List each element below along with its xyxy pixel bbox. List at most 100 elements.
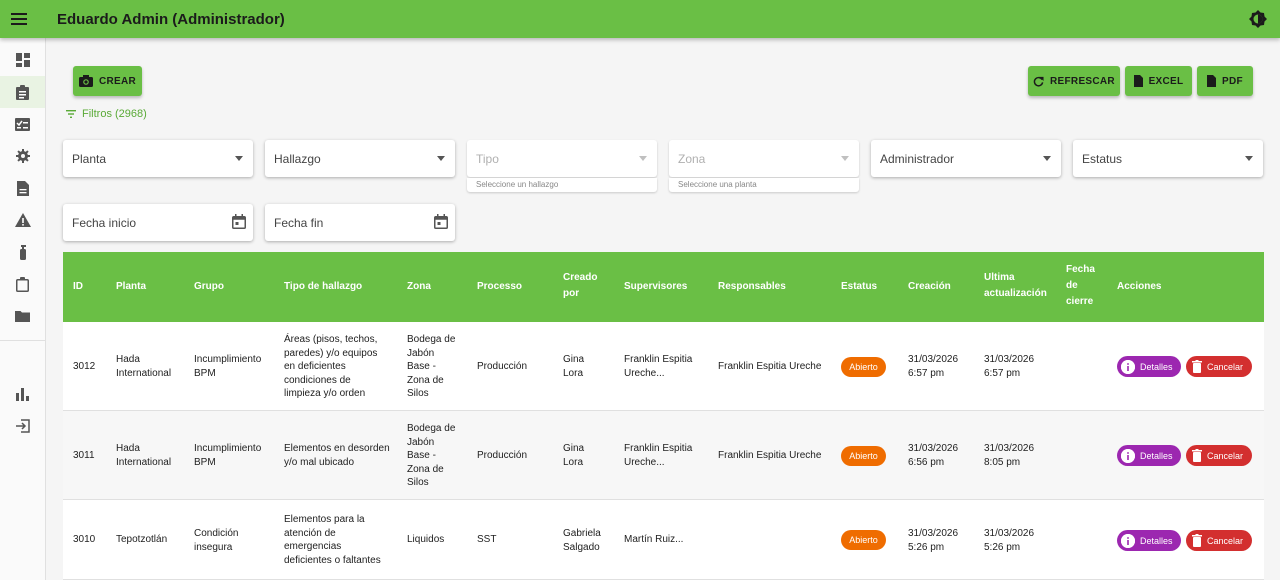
assignment-icon: [16, 84, 29, 100]
cell-planta-line: Hada: [116, 443, 140, 454]
header-planta[interactable]: Planta: [116, 279, 146, 295]
header-ultima[interactable]: Ultima actualización: [984, 270, 1047, 302]
fecha-inicio-input[interactable]: Fecha inicio: [63, 204, 253, 241]
header-zona[interactable]: Zona: [407, 279, 431, 295]
info-icon: [1121, 533, 1135, 548]
details-button[interactable]: Detalles: [1117, 445, 1181, 466]
filters-toggle[interactable]: Filtros (2968): [66, 108, 147, 120]
sidebar-item-checklist[interactable]: [0, 108, 45, 140]
cell-grupo-line: BPM: [194, 456, 216, 468]
header-id[interactable]: ID: [73, 279, 83, 295]
sidebar-item-settings[interactable]: [0, 140, 45, 172]
tipo-helper-text: Seleccione un hallazgo: [467, 178, 657, 192]
file-icon: [1207, 75, 1217, 87]
header-tipo[interactable]: Tipo de hallazgo: [284, 279, 362, 295]
sidebar-item-dashboard[interactable]: [0, 44, 45, 76]
header-cierre[interactable]: Fecha de cierre: [1066, 262, 1095, 310]
header-estatus[interactable]: Estatus: [841, 279, 877, 295]
cell-ultima-line: 6:57 pm: [984, 367, 1021, 379]
cell-planta-line: Hada: [116, 354, 140, 365]
delete-icon: [1192, 534, 1202, 547]
cell-zona-line: Liquidos: [407, 534, 445, 545]
calendar-icon[interactable]: [434, 214, 448, 229]
fecha-fin-label: Fecha fin: [274, 215, 324, 230]
hallazgo-select-label: Hallazgo: [274, 151, 321, 166]
cell-creado: Gina Lora: [563, 353, 584, 380]
excel-button-label: EXCEL: [1148, 75, 1184, 87]
header-responsables[interactable]: Responsables: [718, 279, 786, 295]
menu-icon[interactable]: [0, 0, 38, 38]
pdf-button[interactable]: PDF: [1197, 66, 1253, 96]
sidebar-item-extinguishers[interactable]: [0, 236, 45, 268]
planta-select[interactable]: Planta: [63, 140, 253, 177]
cell-tipo-line: Elementos para la: [284, 514, 365, 525]
hallazgo-select[interactable]: Hallazgo: [265, 140, 455, 177]
dropdown-arrow-icon: [1043, 156, 1051, 161]
sidebar-item-logout[interactable]: [0, 410, 45, 442]
estatus-select[interactable]: Estatus: [1073, 140, 1263, 177]
cell-planta: Hada International: [116, 442, 171, 469]
cell-tipo-line: limpieza y/o orden: [284, 388, 366, 399]
bar-chart-icon: [16, 387, 29, 401]
cell-planta-line: International: [116, 456, 172, 468]
cell-responsables: Franklin Espitia Ureche: [718, 450, 822, 461]
cell-creacion-line: 31/03/2026: [908, 528, 959, 539]
file-icon: [1133, 75, 1143, 87]
cell-tipo-line: Elementos en desorden: [284, 443, 390, 454]
table-row[interactable]: 3012 Hada International Incumplimiento BPM Ár…: [63, 322, 1264, 411]
details-button[interactable]: Detalles: [1117, 530, 1181, 551]
table-row[interactable]: 3011 Hada International Incumplimiento BPM El…: [63, 411, 1264, 500]
cell-grupo: Condición insegura: [194, 527, 238, 554]
excel-button[interactable]: EXCEL: [1125, 66, 1192, 96]
cancel-button[interactable]: Cancelar: [1186, 356, 1252, 377]
sidebar-item-files[interactable]: [0, 300, 45, 332]
sidebar-item-reports[interactable]: [0, 378, 45, 410]
calendar-icon[interactable]: [232, 214, 246, 229]
header-creado[interactable]: Creado por: [563, 270, 597, 302]
fire-extinguisher-icon: [19, 244, 26, 260]
administrador-select[interactable]: Administrador: [871, 140, 1061, 177]
cell-tipo-line: emergencias: [284, 541, 342, 552]
hallazgos-table: ID Planta Grupo Tipo de hallazgo Zona Pr…: [63, 252, 1264, 580]
clipboard-icon: [16, 276, 29, 292]
cell-tipo: Elementos en desorden y/o mal ubicado: [284, 442, 390, 469]
details-button[interactable]: Detalles: [1117, 356, 1181, 377]
sidebar-divider: [0, 340, 46, 341]
delete-icon: [1192, 360, 1202, 373]
sidebar-item-documents[interactable]: [0, 172, 45, 204]
cell-grupo-line: Condición: [194, 528, 239, 539]
cell-planta-line: International: [116, 367, 172, 379]
header-cierre-line2: de: [1066, 280, 1078, 291]
header-supervisores[interactable]: Supervisores: [624, 279, 687, 295]
cell-proceso: Producción: [477, 361, 528, 372]
tipo-select[interactable]: Tipo: [467, 140, 657, 177]
table-row[interactable]: 3010 Tepotzotlán Condición insegura Elemento…: [63, 500, 1264, 580]
sidebar-item-warnings[interactable]: [0, 204, 45, 236]
settings-icon: [15, 149, 30, 163]
cell-grupo: Incumplimiento BPM: [194, 442, 261, 469]
folder-icon: [15, 311, 30, 322]
header-creacion[interactable]: Creación: [908, 279, 951, 295]
cancel-button[interactable]: Cancelar: [1186, 445, 1252, 466]
cell-id: 3011: [73, 450, 95, 461]
sidebar-item-inspections[interactable]: [0, 268, 45, 300]
cell-proceso: Producción: [477, 450, 528, 461]
cell-tipo-line: condiciones de: [284, 374, 351, 386]
fecha-fin-input[interactable]: Fecha fin: [265, 204, 455, 241]
cell-ultima-line: 31/03/2026: [984, 528, 1035, 539]
administrador-select-label: Administrador: [880, 151, 955, 166]
refresh-button[interactable]: REFRESCAR: [1028, 66, 1120, 96]
theme-toggle-icon[interactable]: [1248, 9, 1268, 29]
status-badge: Abierto: [841, 530, 886, 550]
cancel-button[interactable]: Cancelar: [1186, 530, 1252, 551]
sidebar: [0, 38, 46, 580]
header-proceso[interactable]: Processo: [477, 279, 522, 295]
sidebar-item-hallazgos[interactable]: [0, 76, 45, 108]
header-grupo[interactable]: Grupo: [194, 279, 224, 295]
cell-creacion-line: 31/03/2026: [908, 443, 959, 454]
cell-creacion-line: 31/03/2026: [908, 354, 959, 365]
zona-select[interactable]: Zona: [669, 140, 859, 177]
cell-tipo-line: Áreas (pisos, techos,: [284, 334, 378, 345]
cell-creado: Gina Lora: [563, 442, 584, 469]
create-button[interactable]: CREAR: [73, 66, 142, 96]
